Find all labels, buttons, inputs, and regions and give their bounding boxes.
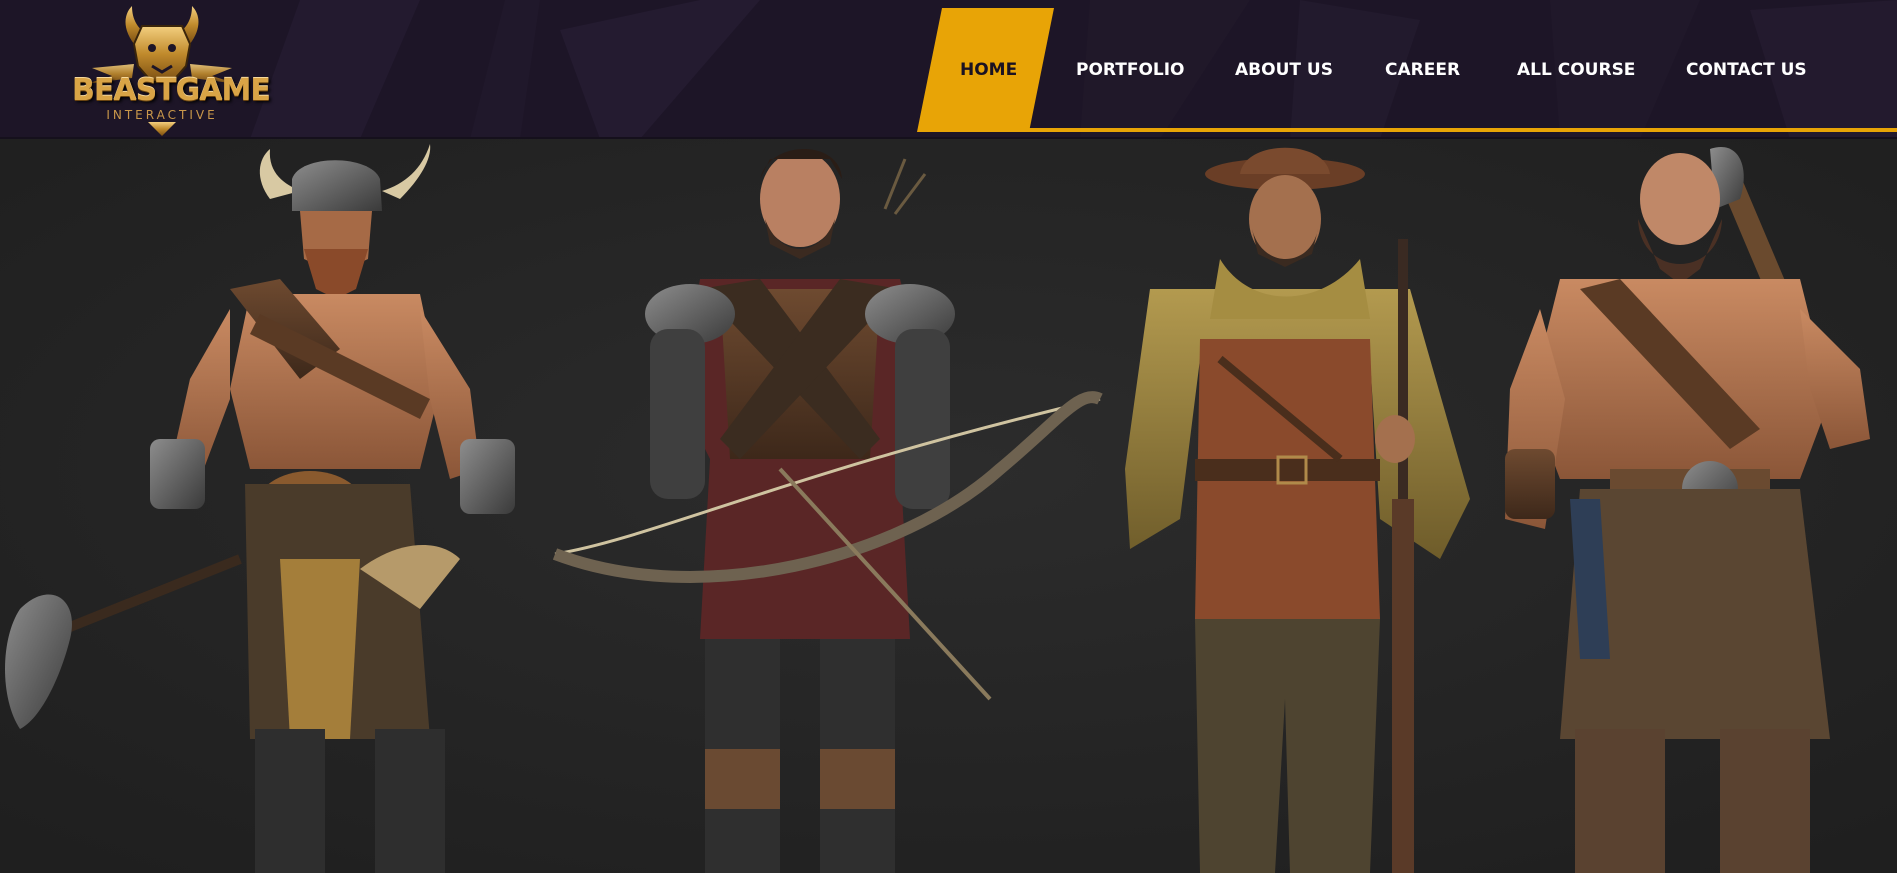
nav-contact-us[interactable]: CONTACT US: [1686, 56, 1807, 84]
nav-home[interactable]: HOME: [960, 56, 1017, 84]
hero-characters-banner: [0, 139, 1897, 873]
page: BEASTGAME INTERACTIVE HOME PORTFOLIO ABO…: [0, 0, 1897, 873]
nav-all-course[interactable]: ALL COURSE: [1517, 56, 1635, 84]
nav-about-us[interactable]: ABOUT US: [1235, 56, 1333, 84]
site-header: BEASTGAME INTERACTIVE HOME PORTFOLIO ABO…: [0, 0, 1897, 139]
nav-career[interactable]: CAREER: [1385, 56, 1460, 84]
hero-art: [0, 139, 1897, 873]
nav-portfolio[interactable]: PORTFOLIO: [1076, 56, 1185, 84]
main-navigation: HOME PORTFOLIO ABOUT US CAREER ALL COURS…: [0, 0, 1897, 139]
header-accent-line: [1025, 128, 1897, 132]
